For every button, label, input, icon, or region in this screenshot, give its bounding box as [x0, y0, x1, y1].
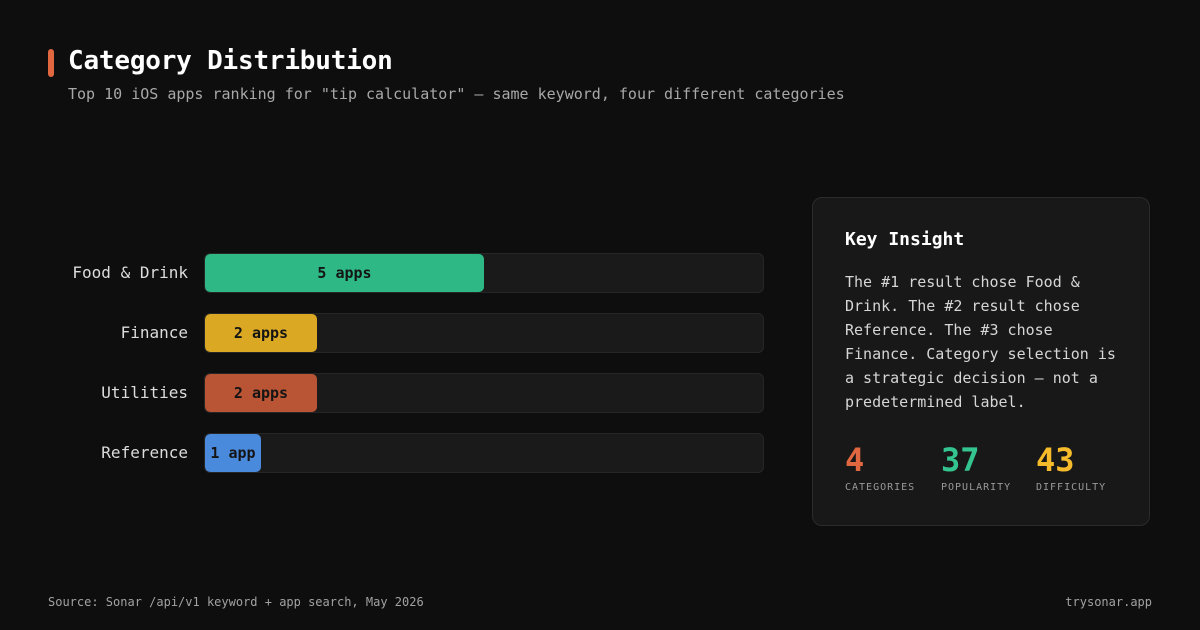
stat-value: 43 — [1036, 441, 1075, 479]
bar-value-label: 2 apps — [233, 384, 289, 402]
stat-label: CATEGORIES — [845, 482, 916, 493]
bar-category-label: Finance — [120, 323, 188, 342]
bar-row: Food & Drink 5 apps — [0, 253, 780, 293]
bar-track: 1 app — [204, 433, 764, 473]
stat-categories: 4 CATEGORIES — [845, 442, 915, 493]
bar: 5 apps — [205, 254, 484, 292]
bar-track: 2 apps — [204, 313, 764, 353]
source-note: Source: Sonar /api/v1 keyword + app sear… — [48, 595, 424, 609]
bar-category-label: Utilities — [101, 383, 188, 402]
card-body: The #1 result chose Food & Drink. The #2… — [845, 273, 1116, 411]
bar-row: Reference 1 app — [0, 433, 780, 473]
stat-popularity: 37 POPULARITY — [941, 442, 1011, 493]
bar-value-label: 5 apps — [317, 264, 372, 282]
stat-label: DIFFICULTY — [1036, 482, 1107, 493]
bar: 2 apps — [205, 314, 317, 352]
stat-value: 37 — [941, 441, 980, 479]
bar-category-label: Reference — [101, 443, 188, 462]
stat-difficulty: 43 DIFFICULTY — [1036, 442, 1106, 493]
bar-category-label: Food & Drink — [72, 263, 188, 282]
bar-track: 5 apps — [204, 253, 764, 293]
category-bar-chart: Food & Drink 5 apps Finance 2 apps Utilities… — [0, 0, 780, 630]
site-link[interactable]: trysonar.app — [1065, 595, 1152, 609]
key-insight-card: Key Insight The #1 result chose Food & D… — [812, 197, 1150, 526]
bar-track: 2 apps — [204, 373, 764, 413]
bar: 1 app — [205, 434, 261, 472]
card-title: Key Insight — [845, 229, 965, 250]
bar-value-label: 1 app — [210, 444, 256, 462]
bar-value-label: 2 apps — [233, 324, 289, 342]
bar-row: Utilities 2 apps — [0, 373, 780, 413]
stat-value: 4 — [845, 441, 865, 479]
bar: 2 apps — [205, 374, 317, 412]
bar-row: Finance 2 apps — [0, 313, 780, 353]
stat-label: POPULARITY — [941, 482, 1012, 493]
